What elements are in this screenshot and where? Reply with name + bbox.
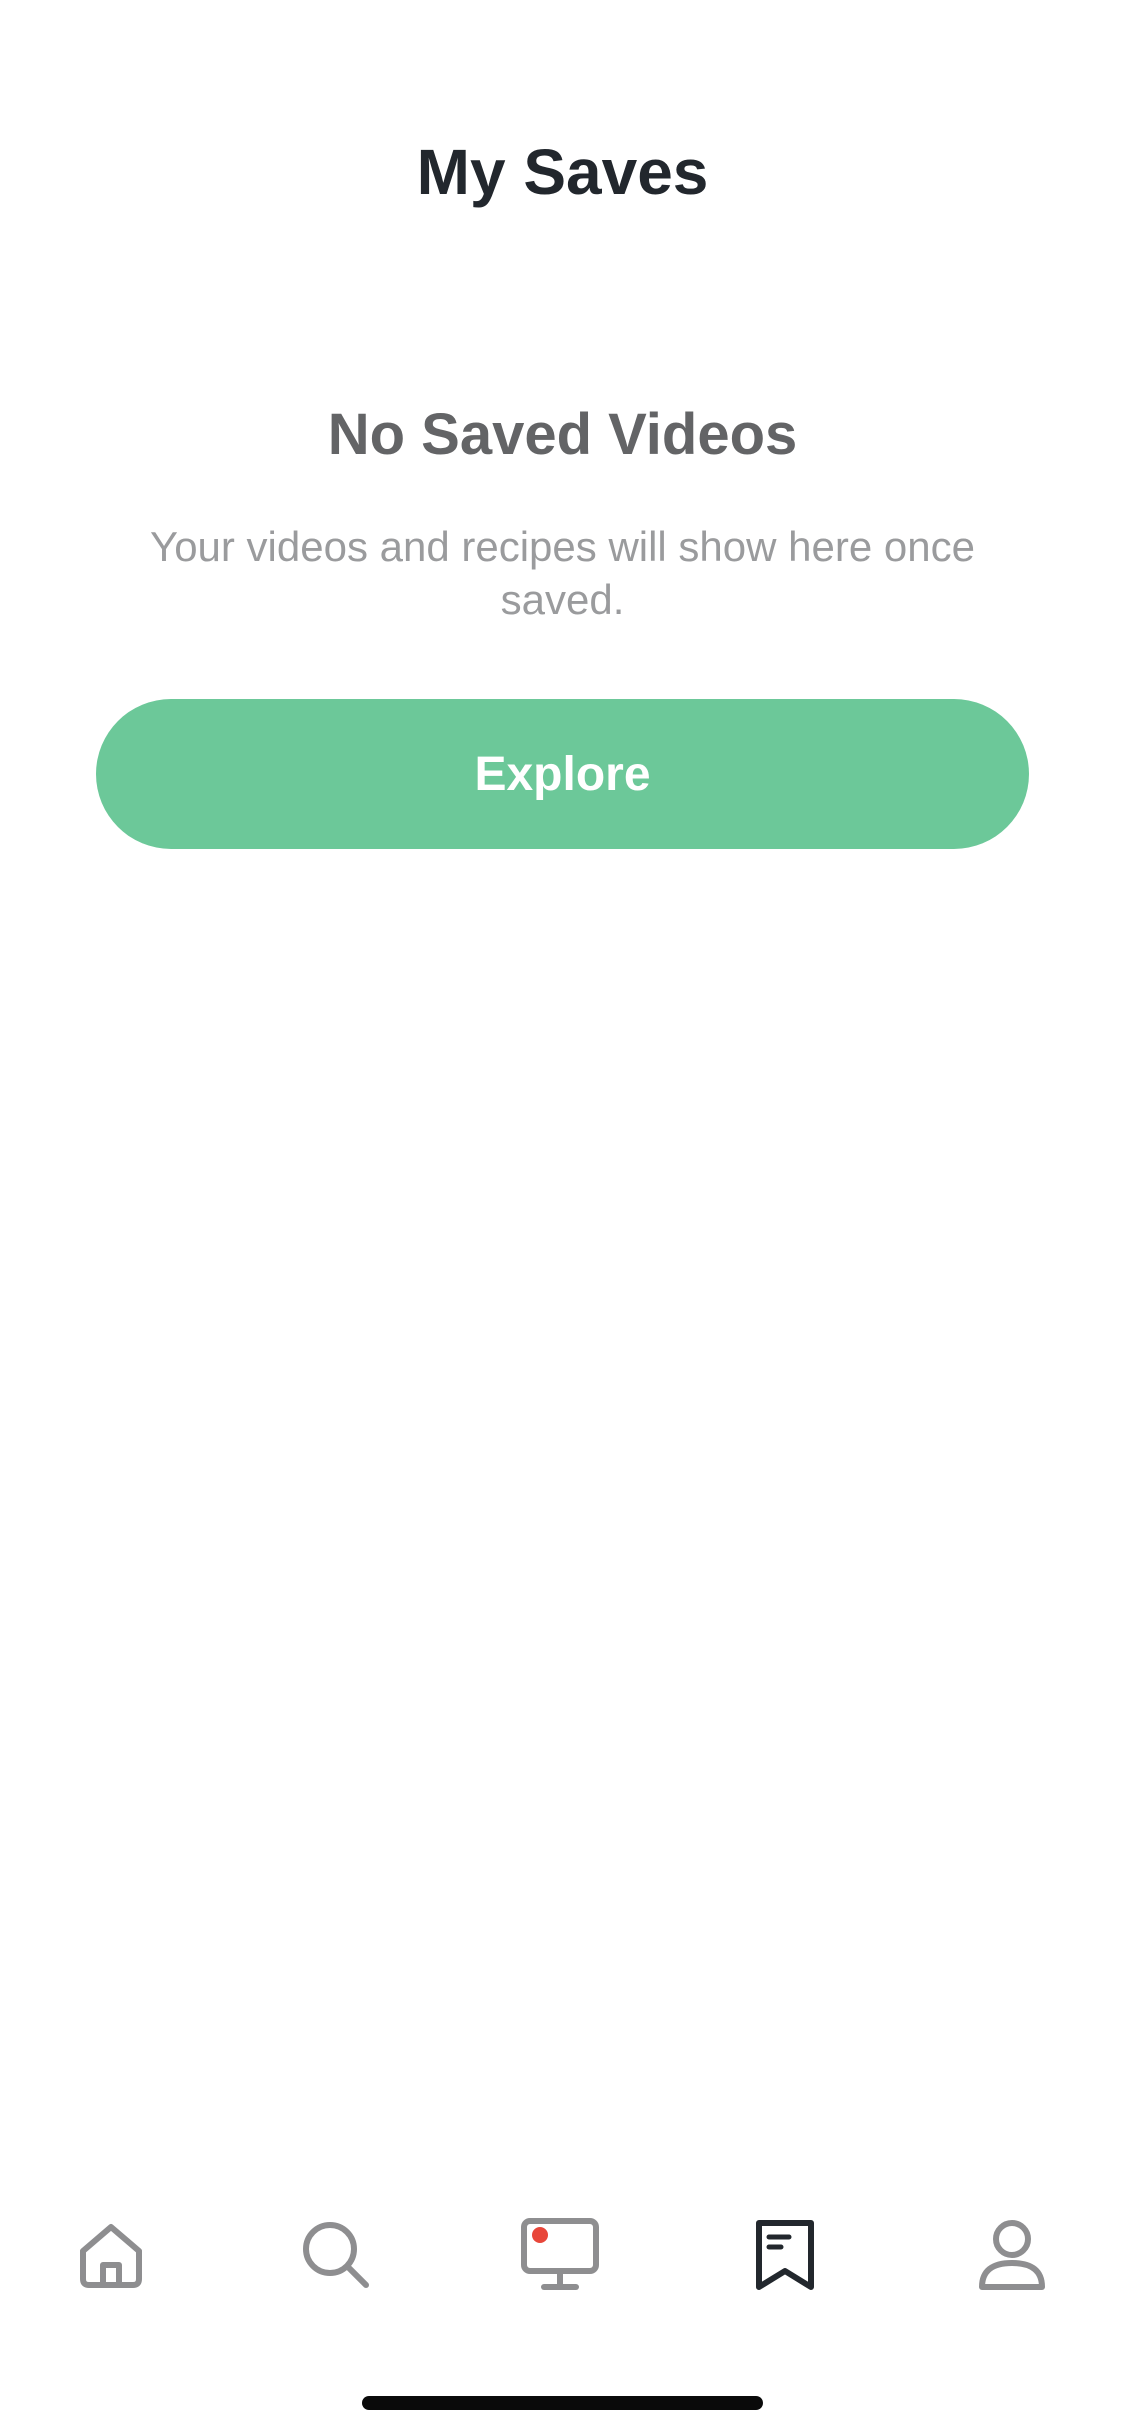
search-icon — [303, 2222, 369, 2288]
explore-button-label: Explore — [474, 747, 651, 801]
live-tv-icon — [521, 2218, 599, 2290]
saves-screen: My Saves No Saved Videos Your videos and… — [0, 0, 1125, 2436]
home-icon — [80, 2224, 142, 2288]
page-title: My Saves — [416, 136, 709, 208]
bottom-tab-bar — [0, 2200, 1125, 2310]
tab-saves[interactable] — [730, 2200, 840, 2310]
explore-button[interactable]: Explore — [96, 699, 1029, 849]
profile-icon — [979, 2220, 1045, 2290]
bookmark-icon — [756, 2220, 814, 2290]
empty-state-message: Your videos and recipes will show here o… — [150, 523, 975, 623]
empty-state-title: No Saved Videos — [327, 402, 798, 467]
tab-home[interactable] — [56, 2200, 166, 2310]
tab-profile[interactable] — [957, 2200, 1067, 2310]
live-indicator-dot — [532, 2227, 548, 2243]
tab-search[interactable] — [281, 2200, 391, 2310]
tab-live[interactable] — [505, 2200, 615, 2310]
home-indicator[interactable] — [362, 2396, 763, 2410]
